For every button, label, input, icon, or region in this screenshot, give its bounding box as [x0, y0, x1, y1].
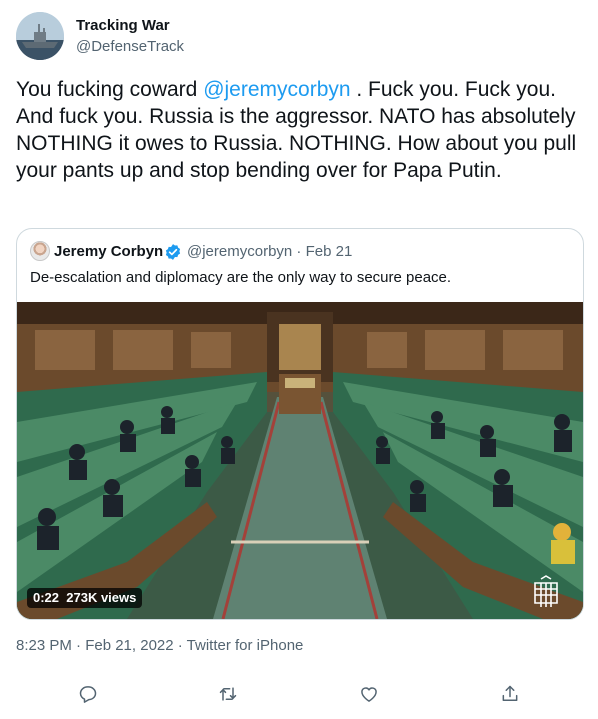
author-handle[interactable]: @DefenseTrack: [76, 38, 184, 55]
portcullis-logo-icon: [534, 575, 558, 607]
author-name[interactable]: Tracking War: [76, 17, 170, 34]
like-icon: [361, 687, 377, 702]
quoted-author-name[interactable]: Jeremy Corbyn: [54, 243, 163, 260]
author-avatar[interactable]: [16, 12, 64, 60]
share-button[interactable]: [496, 680, 524, 708]
like-button[interactable]: [355, 680, 383, 708]
quoted-tweet[interactable]: Jeremy Corbyn @jeremycorbyn · Feb 21 De-…: [16, 228, 584, 620]
reply-icon: [79, 686, 97, 703]
video-thumbnail: [17, 302, 583, 619]
quoted-author-avatar[interactable]: [30, 241, 50, 261]
video-views: 273K views: [66, 590, 137, 605]
quoted-handle-date[interactable]: @jeremycorbyn · Feb 21: [187, 243, 352, 260]
video-duration: 0:22: [33, 590, 60, 605]
share-icon: [502, 685, 518, 701]
tweet-text: You fucking coward @jeremycorbyn . Fuck …: [16, 76, 584, 184]
mention-link[interactable]: @jeremycorbyn: [203, 78, 350, 101]
retweet-button[interactable]: [214, 680, 242, 708]
video-stats-badge: 0:22 273K views: [27, 588, 143, 608]
video-player[interactable]: 0:22 273K views: [17, 302, 583, 619]
warship-avatar-image: [16, 12, 64, 60]
tweet-timestamp[interactable]: 8:23 PM · Feb 21, 2022 · Twitter for iPh…: [16, 637, 303, 654]
verified-badge-icon: [165, 244, 181, 260]
quoted-tweet-text: De-escalation and diplomacy are the only…: [30, 269, 452, 286]
retweet-icon: [219, 687, 237, 701]
reply-button[interactable]: [74, 680, 102, 708]
tweet-text-start: You fucking coward: [16, 78, 204, 101]
action-bar: [0, 672, 598, 716]
